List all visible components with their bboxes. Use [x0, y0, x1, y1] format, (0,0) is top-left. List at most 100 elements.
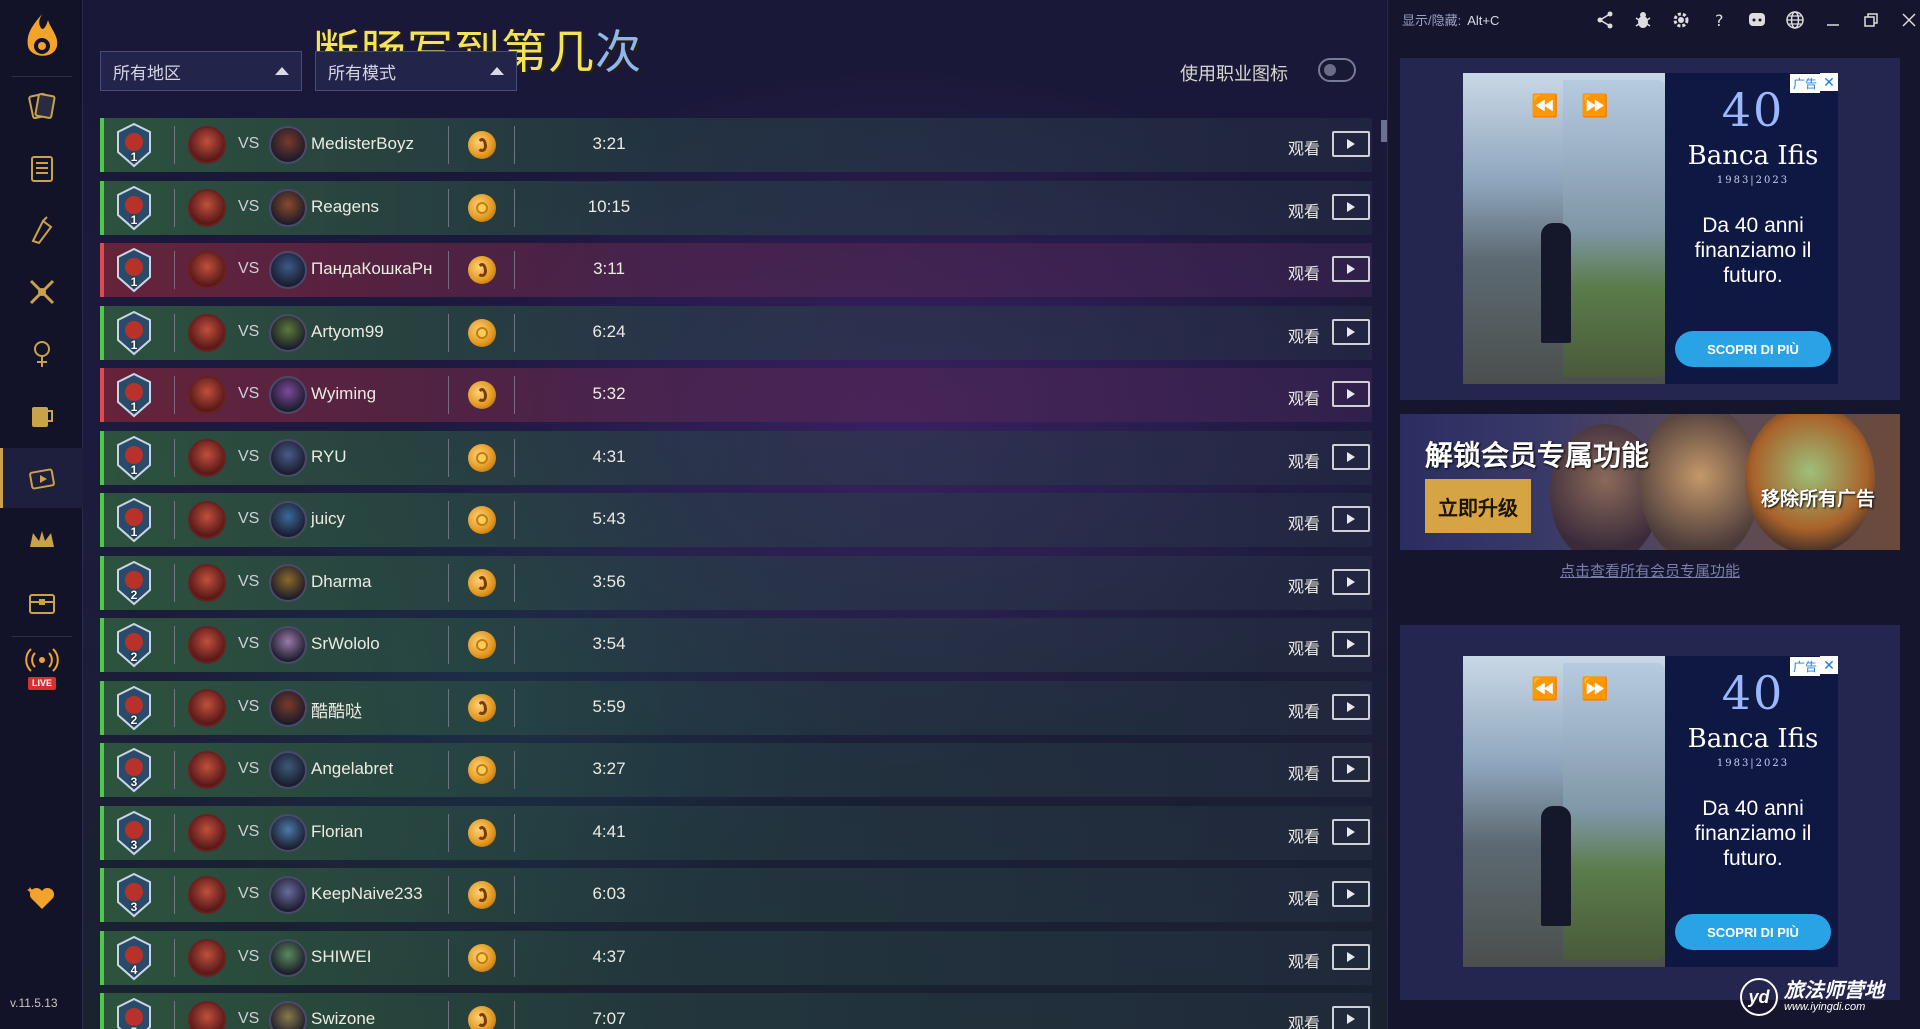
upgrade-button[interactable]: 立即升级: [1425, 479, 1531, 533]
watch-label[interactable]: 观看: [1288, 885, 1320, 909]
play-button[interactable]: [1332, 818, 1370, 845]
replay-row[interactable]: 1 VS juicy 5:43 观看: [100, 493, 1372, 547]
ad-brand-name: Banca Ifis: [1687, 141, 1819, 171]
rank-badge-icon: 1: [114, 122, 154, 168]
play-button[interactable]: [1332, 631, 1370, 657]
remove-ads-label: 移除所有广告: [1760, 489, 1875, 510]
restore-icon[interactable]: [1852, 6, 1890, 34]
ad-close-icon[interactable]: ✕: [1820, 656, 1838, 674]
class-icon-toggle[interactable]: [1318, 58, 1356, 82]
ad-banner[interactable]: ⏪ ⏩ 40 Banca Ifis 1983|2023 Da 40 anni f…: [1463, 73, 1838, 384]
replay-row[interactable]: 4 VS SHIWEI 4:37 观看: [100, 930, 1372, 985]
player-hero-avatar: [188, 438, 226, 477]
help-icon[interactable]: ?: [1700, 6, 1738, 34]
sidebar-item-battle[interactable]: [0, 262, 83, 322]
replay-row[interactable]: 2 VS SrWololo 3:54 观看: [100, 618, 1372, 672]
opponent-name: KeepNaive233: [311, 884, 423, 903]
watch-label[interactable]: 观看: [1288, 135, 1320, 159]
watch-label[interactable]: 观看: [1288, 385, 1320, 409]
sidebar-item-cards[interactable]: [0, 76, 83, 136]
rank-number: 1: [130, 400, 138, 414]
close-icon[interactable]: [1890, 6, 1920, 34]
sidebar-item-chest[interactable]: [0, 572, 83, 632]
replay-row[interactable]: 3 VS Angelabret 3:27 观看: [100, 743, 1372, 797]
sidebar-item-quest[interactable]: [0, 200, 83, 260]
bug-icon[interactable]: [1624, 6, 1662, 34]
play-button[interactable]: [1332, 443, 1370, 470]
play-button[interactable]: [1332, 256, 1370, 282]
first-turn-icon: [468, 693, 496, 722]
globe-icon[interactable]: [1776, 6, 1814, 34]
row-divider: [448, 813, 449, 852]
opponent-hero-avatar: [269, 313, 307, 352]
watch-label[interactable]: 观看: [1288, 1010, 1320, 1029]
gear-icon[interactable]: [1662, 6, 1700, 34]
play-button[interactable]: [1332, 381, 1370, 407]
discord-icon[interactable]: [1738, 6, 1776, 34]
watch-label[interactable]: 观看: [1288, 698, 1320, 722]
ad-banner[interactable]: ⏪ ⏩ 40 Banca Ifis 1983|2023 Da 40 anni f…: [1463, 656, 1838, 967]
watch-label[interactable]: 观看: [1288, 260, 1320, 284]
replay-row[interactable]: 2 VS Dharma 3:56 观看: [100, 555, 1372, 610]
sidebar-item-crown[interactable]: [0, 510, 83, 570]
app-logo-icon[interactable]: [18, 10, 66, 66]
minimize-icon[interactable]: [1814, 6, 1852, 34]
region-dropdown[interactable]: 所有地区: [100, 51, 302, 91]
sidebar-item-tavern[interactable]: [0, 386, 83, 446]
watch-label[interactable]: 观看: [1288, 948, 1320, 972]
ad-tag: 广告: [1789, 74, 1820, 93]
replay-row[interactable]: 1 VS Artyom99 6:24 观看: [100, 305, 1372, 360]
replay-row[interactable]: 1 VS Wyiming 5:32 观看: [100, 368, 1372, 422]
chest-icon: [28, 594, 55, 614]
replay-row[interactable]: 1 VS ПандаКошкаРн 3:11 观看: [100, 243, 1372, 297]
watch-label[interactable]: 观看: [1288, 510, 1320, 534]
replay-row[interactable]: 3 VS Florian 4:41 观看: [100, 805, 1372, 860]
watch-label[interactable]: 观看: [1288, 198, 1320, 222]
watch-label[interactable]: 观看: [1288, 823, 1320, 847]
play-button[interactable]: [1332, 881, 1370, 907]
sidebar-item-favorite[interactable]: [0, 868, 83, 928]
vip-banner[interactable]: 解锁会员专属功能 立即升级 移除所有广告: [1400, 414, 1900, 550]
play-button[interactable]: [1332, 1006, 1370, 1029]
watch-label[interactable]: 观看: [1288, 323, 1320, 347]
vs-label: VS: [238, 760, 260, 777]
play-button[interactable]: [1332, 693, 1370, 720]
play-button[interactable]: [1332, 131, 1370, 157]
row-divider: [174, 563, 175, 602]
player-hero-avatar: [188, 376, 226, 414]
replay-row[interactable]: 1 VS Reagens 10:15 观看: [100, 180, 1372, 235]
replay-row[interactable]: 5 VS Swizone 7:07 观看: [100, 993, 1372, 1029]
ad-close-icon[interactable]: ✕: [1820, 73, 1838, 91]
replay-row[interactable]: 3 VS KeepNaive233 6:03 观看: [100, 868, 1372, 922]
row-divider: [174, 626, 175, 664]
row-divider: [514, 626, 515, 664]
play-button[interactable]: [1332, 568, 1370, 595]
sidebar-item-live[interactable]: [0, 640, 83, 680]
play-button[interactable]: [1332, 943, 1370, 970]
mode-dropdown[interactable]: 所有模式: [315, 51, 517, 91]
replay-row[interactable]: 1 VS RYU 4:31 观看: [100, 430, 1372, 485]
ad-cta-button[interactable]: SCOPRI DI PIÙ: [1675, 331, 1831, 367]
play-button[interactable]: [1332, 318, 1370, 345]
play-button[interactable]: [1332, 193, 1370, 220]
vs-label: VS: [238, 572, 260, 590]
watch-label[interactable]: 观看: [1288, 573, 1320, 597]
sidebar-item-mercenary[interactable]: [0, 324, 83, 384]
share-icon[interactable]: [1586, 6, 1624, 34]
rank-number: 1: [130, 337, 138, 352]
replay-row[interactable]: 2 VS 酷酷哒 5:59 观看: [100, 680, 1372, 735]
first-turn-icon: [468, 818, 496, 847]
sidebar-item-deck[interactable]: [0, 138, 83, 198]
play-button[interactable]: [1332, 756, 1370, 782]
vip-features-link[interactable]: 点击查看所有会员专属功能: [1400, 560, 1900, 581]
ad-cta-button[interactable]: SCOPRI DI PIÙ: [1675, 914, 1831, 950]
watch-label[interactable]: 观看: [1288, 448, 1320, 472]
watch-label[interactable]: 观看: [1288, 635, 1320, 659]
sidebar-item-replay[interactable]: [0, 448, 83, 508]
play-button[interactable]: [1332, 506, 1370, 532]
replay-row[interactable]: 1 VS MedisterBoyz 3:21 观看: [100, 118, 1372, 172]
opponent-name: SHIWEI: [311, 946, 372, 966]
deck-icon: [30, 156, 53, 182]
watch-label[interactable]: 观看: [1288, 760, 1320, 784]
rank-number: 1: [130, 150, 138, 164]
